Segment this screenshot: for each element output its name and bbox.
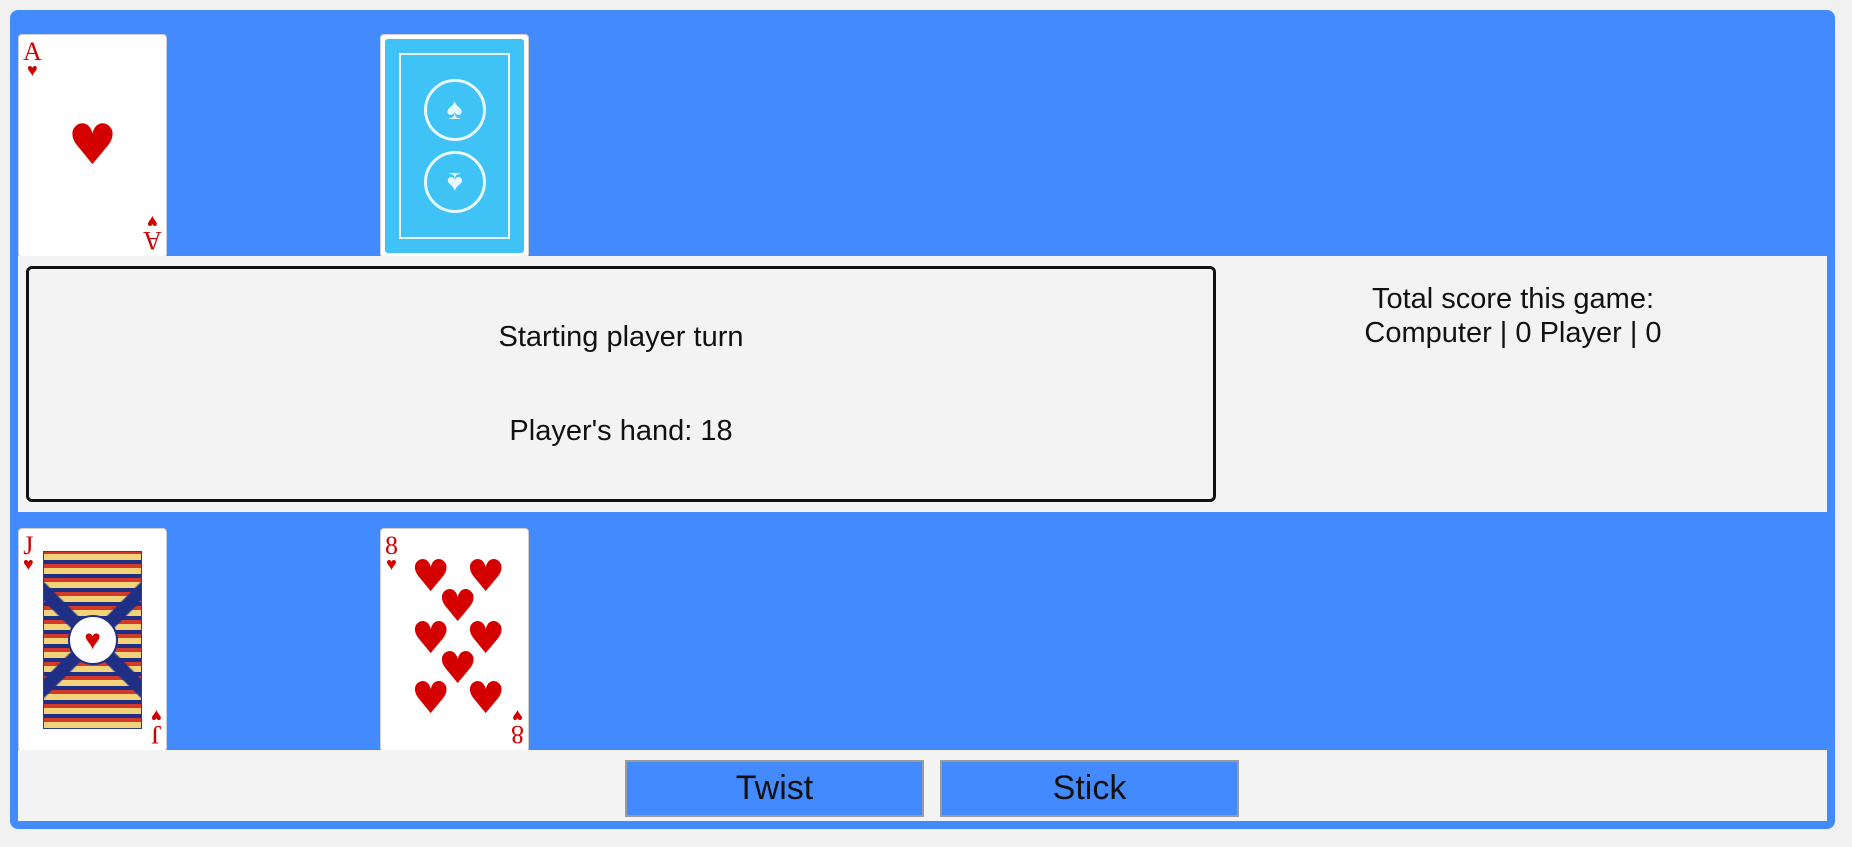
card-corner-top: A ♥ <box>23 37 42 80</box>
score-panel: Total score this game: Computer | 0 Play… <box>1263 282 1763 350</box>
computer-card-ace-hearts: A ♥ ♥ A ♥ <box>18 34 167 258</box>
computer-card-face-down: ♠ ♠ <box>380 34 529 258</box>
card-corner-bottom: A ♥ <box>143 212 162 255</box>
player-card-eight-hearts: 8 ♥ ♥ ♥ ♥ ♥ ♥ ♥ ♥ ♥ 8 ♥ <box>380 528 529 752</box>
status-message: Starting player turn <box>498 321 744 353</box>
card-corner-bottom: 8 ♥ <box>511 706 524 749</box>
computer-hand: A ♥ ♥ A ♥ ♠ ♠ <box>18 20 1827 264</box>
stick-button[interactable]: Stick <box>940 760 1239 817</box>
score-line: Computer | 0 Player | 0 <box>1364 317 1662 349</box>
heart-icon: ♥ <box>67 615 118 665</box>
game-table: A ♥ ♥ A ♥ ♠ ♠ Starting player turn Playe… <box>10 10 1835 829</box>
heart-icon: ♥ <box>23 554 34 574</box>
player-hand: J ♥ ♥ J ♥ 8 ♥ ♥ ♥ ♥ ♥ ♥ ♥ ♥ ♥ 8 ♥ <box>18 520 1827 758</box>
twist-button[interactable]: Twist <box>625 760 924 817</box>
score-heading: Total score this game: <box>1371 283 1655 315</box>
card-corner-bottom: J ♥ <box>151 706 162 749</box>
card-corner-top: J ♥ <box>23 531 34 574</box>
spade-medallion-icon: ♠ <box>423 151 486 213</box>
info-panel: Starting player turn Player's hand: 18 T… <box>18 256 1827 512</box>
player-card-jack-hearts: J ♥ ♥ J ♥ <box>18 528 167 752</box>
heart-icon: ♥ <box>151 706 162 726</box>
heart-icon: ♥ <box>512 706 523 726</box>
jack-face-icon: ♥ <box>43 551 142 729</box>
controls-bar: Twist Stick <box>18 750 1827 821</box>
spade-medallion-icon: ♠ <box>423 79 486 141</box>
heart-icon: ♥ <box>67 113 118 178</box>
heart-icon: ♥ <box>411 673 451 724</box>
heart-icon: ♥ <box>466 673 506 724</box>
card-back-icon: ♠ ♠ <box>385 39 524 253</box>
status-box: Starting player turn Player's hand: 18 <box>26 266 1216 502</box>
card-corner-top: 8 ♥ <box>385 531 398 574</box>
heart-icon: ♥ <box>386 554 397 574</box>
player-hand-total: Player's hand: 18 <box>509 415 733 447</box>
